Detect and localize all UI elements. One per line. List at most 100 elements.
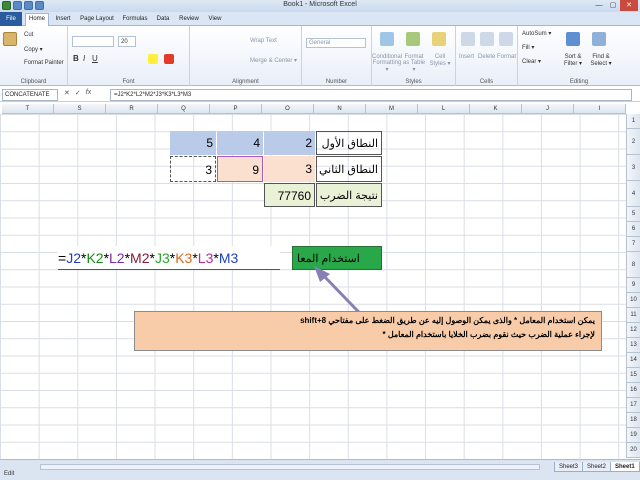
name-box[interactable]: CONCATENATE bbox=[2, 89, 58, 101]
column-header-p[interactable]: P bbox=[210, 104, 262, 114]
close-button[interactable]: ✕ bbox=[620, 0, 638, 11]
conditional-formatting-button[interactable]: Conditional Formatting ▾ bbox=[372, 54, 402, 73]
tab-page-layout[interactable]: Page Layout bbox=[78, 14, 116, 26]
number-format-dropdown[interactable]: General bbox=[306, 38, 366, 48]
status-mode: Edit bbox=[4, 471, 15, 477]
delete-button[interactable]: Delete bbox=[478, 54, 495, 60]
row-header-3[interactable]: 3 bbox=[626, 155, 640, 181]
column-header-l[interactable]: L bbox=[418, 104, 470, 114]
tab-home[interactable]: Home bbox=[25, 13, 49, 26]
row-header-1[interactable]: 1 bbox=[626, 114, 640, 129]
insert-cells-icon[interactable] bbox=[461, 32, 475, 46]
copy-button[interactable]: Copy ▾ bbox=[24, 46, 43, 53]
tab-data[interactable]: Data bbox=[154, 14, 172, 26]
insert-button[interactable]: Insert bbox=[459, 54, 474, 60]
format-cells-icon[interactable] bbox=[499, 32, 513, 46]
row-header-19[interactable]: 19 bbox=[626, 428, 640, 443]
delete-cells-icon[interactable] bbox=[480, 32, 494, 46]
cancel-icon[interactable]: ✕ bbox=[64, 89, 70, 97]
sheet-tab-sheet3[interactable]: Sheet3 bbox=[554, 462, 584, 472]
row-header-6[interactable]: 6 bbox=[626, 222, 640, 237]
sort-filter-button[interactable]: Sort & Filter ▾ bbox=[558, 54, 588, 67]
bold-icon[interactable]: B bbox=[73, 54, 79, 63]
row-header-15[interactable]: 15 bbox=[626, 368, 640, 383]
row-header-8[interactable]: 8 bbox=[626, 252, 640, 278]
underline-icon[interactable]: U bbox=[92, 54, 98, 63]
sheet-tab-sheet2[interactable]: Sheet2 bbox=[582, 462, 612, 472]
cell-styles-button[interactable]: Cell Styles ▾ bbox=[428, 54, 452, 67]
cut-button[interactable]: Cut bbox=[24, 32, 33, 38]
row-header-20[interactable]: 20 bbox=[626, 443, 640, 458]
tab-view[interactable]: View bbox=[206, 14, 224, 26]
minimize-button[interactable]: — bbox=[592, 0, 606, 11]
column-header-j[interactable]: J bbox=[522, 104, 574, 114]
font-name-box[interactable] bbox=[72, 36, 114, 47]
cell-j4[interactable]: 77760 bbox=[264, 183, 315, 207]
cell-styles-icon[interactable] bbox=[432, 32, 446, 46]
cell-i3[interactable]: النطاق الثاني bbox=[316, 156, 382, 182]
clear-button[interactable]: Clear ▾ bbox=[522, 58, 541, 65]
row-header-11[interactable]: 11 bbox=[626, 308, 640, 323]
column-header-o[interactable]: O bbox=[262, 104, 314, 114]
cell-i4[interactable]: نتيجة الضرب bbox=[316, 183, 382, 207]
column-header-s[interactable]: S bbox=[54, 104, 106, 114]
formula-token: M3 bbox=[218, 250, 239, 266]
italic-icon[interactable]: I bbox=[83, 54, 85, 63]
horizontal-scrollbar[interactable] bbox=[40, 464, 540, 470]
find-select-button[interactable]: Find & Select ▾ bbox=[586, 54, 616, 67]
column-header-t[interactable]: T bbox=[2, 104, 54, 114]
tab-file[interactable]: File bbox=[0, 12, 22, 26]
column-header-n[interactable]: N bbox=[314, 104, 366, 114]
column-header-i[interactable]: I bbox=[574, 104, 626, 114]
conditional-formatting-icon[interactable] bbox=[380, 32, 394, 46]
cell-i2[interactable]: النطاق الأول bbox=[316, 131, 382, 155]
in-cell-formula[interactable]: =J2*K2*L2*M2*J3*K3*L3*M3 bbox=[58, 246, 280, 270]
font-color-icon[interactable] bbox=[164, 54, 174, 64]
paste-icon[interactable] bbox=[3, 32, 17, 46]
cell-l3[interactable]: 9 bbox=[217, 156, 263, 182]
column-header-m[interactable]: M bbox=[366, 104, 418, 114]
clipboard-group: Cut Copy ▾ Format Painter Clipboard bbox=[0, 26, 68, 86]
tab-formulas[interactable]: Formulas bbox=[120, 14, 150, 26]
autosum-button[interactable]: AutoSum ▾ bbox=[522, 30, 551, 37]
row-header-4[interactable]: 4 bbox=[626, 181, 640, 207]
fill-color-icon[interactable] bbox=[148, 54, 158, 64]
row-header-7[interactable]: 7 bbox=[626, 237, 640, 252]
formula-input[interactable]: =J2*K2*L2*M2*J3*K3*L3*M3 bbox=[110, 89, 632, 101]
sheet-tab-sheet1[interactable]: Sheet1 bbox=[610, 462, 640, 472]
fill-button[interactable]: Fill ▾ bbox=[522, 44, 534, 51]
column-header-r[interactable]: R bbox=[106, 104, 158, 114]
cell-l2[interactable]: 4 bbox=[217, 131, 263, 155]
wrap-text-button[interactable]: Wrap Text bbox=[250, 38, 277, 44]
column-header-k[interactable]: K bbox=[470, 104, 522, 114]
find-select-icon[interactable] bbox=[592, 32, 606, 46]
tab-review[interactable]: Review bbox=[176, 14, 202, 26]
cell-m3[interactable]: 3 bbox=[170, 156, 216, 182]
row-header-10[interactable]: 10 bbox=[626, 293, 640, 308]
insert-function-icon[interactable]: fx bbox=[86, 89, 91, 97]
format-button[interactable]: Format bbox=[497, 54, 516, 60]
font-size-box[interactable]: 20 bbox=[118, 36, 136, 47]
cell-j2[interactable]: 2 bbox=[264, 131, 315, 155]
merge-center-button[interactable]: Merge & Center ▾ bbox=[250, 57, 297, 64]
row-header-17[interactable]: 17 bbox=[626, 398, 640, 413]
row-header-13[interactable]: 13 bbox=[626, 338, 640, 353]
row-header-9[interactable]: 9 bbox=[626, 278, 640, 293]
sort-filter-icon[interactable] bbox=[566, 32, 580, 46]
row-header-5[interactable]: 5 bbox=[626, 207, 640, 222]
format-as-table-button[interactable]: Format as Table ▾ bbox=[402, 54, 426, 73]
cell-m2[interactable]: 5 bbox=[170, 131, 216, 155]
maximize-button[interactable]: ▢ bbox=[606, 0, 620, 11]
row-header-18[interactable]: 18 bbox=[626, 413, 640, 428]
row-header-12[interactable]: 12 bbox=[626, 323, 640, 338]
alignment-group: Wrap Text Merge & Center ▾ Alignment bbox=[190, 26, 302, 86]
tab-insert[interactable]: Insert bbox=[52, 14, 74, 26]
row-header-16[interactable]: 16 bbox=[626, 383, 640, 398]
column-header-q[interactable]: Q bbox=[158, 104, 210, 114]
format-as-table-icon[interactable] bbox=[406, 32, 420, 46]
row-header-14[interactable]: 14 bbox=[626, 353, 640, 368]
cell-j3[interactable]: 3 bbox=[264, 156, 315, 182]
enter-icon[interactable]: ✓ bbox=[75, 89, 81, 97]
format-painter-button[interactable]: Format Painter bbox=[24, 60, 64, 66]
row-header-2[interactable]: 2 bbox=[626, 129, 640, 155]
